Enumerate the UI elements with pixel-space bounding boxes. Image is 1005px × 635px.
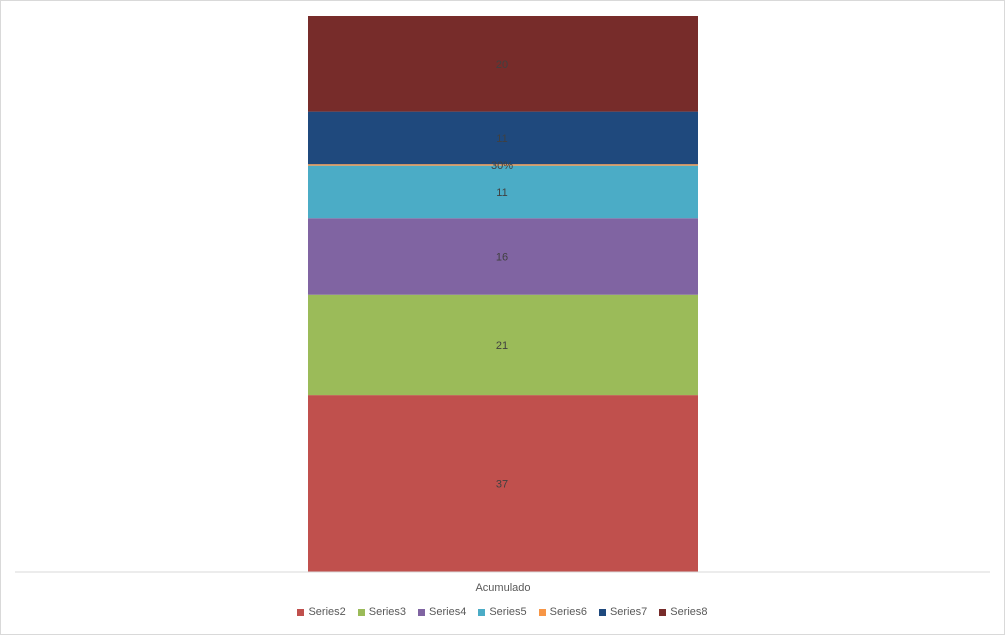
legend-item-series2: Series2 (297, 606, 346, 618)
legend: Series2 Series3 Series4 Series5 Series6 Serie… (0, 606, 1005, 618)
data-label-series5: 11 (496, 187, 507, 199)
legend-label: Series2 (308, 606, 346, 618)
legend-label: Series7 (609, 606, 648, 618)
x-axis-category-label: Acumulado (475, 582, 530, 594)
legend-swatch (357, 608, 365, 616)
data-label-series4: 16 (496, 251, 508, 263)
data-label-series8: 20 (496, 59, 508, 71)
legend-label: Series4 (429, 606, 467, 618)
legend-label: Series3 (368, 606, 407, 618)
data-label-series7: 11 (496, 133, 507, 145)
legend-swatch (297, 608, 305, 616)
legend-item-series7: Series7 (598, 606, 648, 618)
legend-swatch (418, 608, 426, 616)
legend-swatch (659, 608, 667, 616)
legend-label: Series5 (489, 606, 527, 618)
legend-swatch (598, 608, 606, 616)
data-label-series3: 21 (496, 340, 508, 352)
data-label-series6: 30% (491, 160, 513, 172)
legend-swatch (478, 608, 486, 616)
legend-item-series4: Series4 (418, 606, 466, 618)
legend-item-series6: Series6 (538, 606, 587, 618)
data-label-series2: 37 (496, 479, 508, 491)
legend-item-series5: Series5 (478, 606, 527, 618)
legend-label: Series8 (670, 606, 708, 618)
legend-item-series3: Series3 (357, 606, 407, 618)
legend-swatch (538, 608, 546, 616)
stacked-bar-chart: 37 21 16 11 30% 11 20 Acumulado (15, 16, 990, 594)
legend-label: Series6 (549, 606, 587, 618)
legend-item-series8: Series8 (659, 606, 708, 618)
